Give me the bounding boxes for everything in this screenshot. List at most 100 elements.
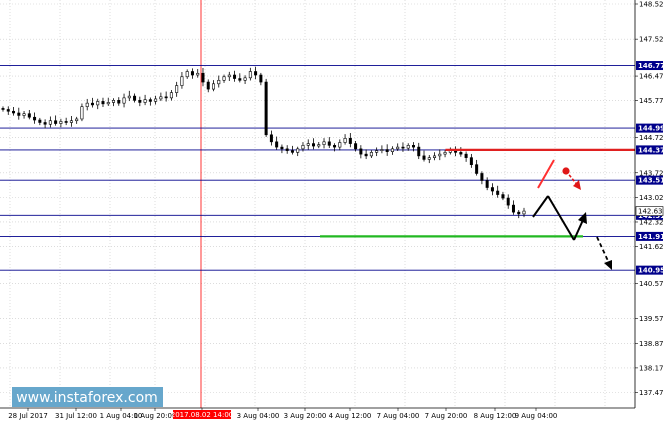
candle-body <box>143 99 147 103</box>
candle-body <box>175 85 179 93</box>
candle-body <box>311 143 315 147</box>
candle-body <box>269 134 273 143</box>
candle-body <box>354 143 358 150</box>
level-label: 144.99 <box>638 125 665 133</box>
candle-body <box>238 78 242 81</box>
y-tick-label: 144.72 <box>639 134 664 142</box>
candle-body <box>469 157 473 165</box>
candle-body <box>396 146 400 150</box>
candle-body <box>290 150 294 153</box>
candle-body <box>433 155 437 158</box>
x-tick-label: 3 Aug 20:00 <box>284 412 327 420</box>
candle-body <box>217 79 221 85</box>
candle-body <box>27 113 31 118</box>
candle-body <box>317 144 321 147</box>
watermark: [ www.instaforex.com ] <box>6 387 168 407</box>
candle-body <box>501 194 505 199</box>
y-tick-label: 147.52 <box>639 36 664 44</box>
candle-body <box>96 101 100 106</box>
candle-body <box>480 173 484 181</box>
candle-body <box>343 138 347 143</box>
candle-body <box>12 110 16 114</box>
candle-body <box>196 72 200 76</box>
candle-body <box>306 143 310 146</box>
cursor-label: 2017.08.02 14:00 <box>171 411 233 419</box>
candle-body <box>422 155 426 160</box>
candle-body <box>90 102 94 106</box>
candle-body <box>327 141 331 146</box>
y-tick-label: 141.62 <box>639 243 664 251</box>
x-tick-label: 4 Aug 12:00 <box>329 412 372 420</box>
candle-body <box>112 100 116 103</box>
candle-body <box>180 76 184 86</box>
candle-body <box>259 74 263 83</box>
candle-body <box>254 71 258 76</box>
candle-body <box>348 138 352 144</box>
candle-body <box>385 149 389 152</box>
candle-body <box>359 148 363 155</box>
candle-body <box>369 152 373 157</box>
candle-body <box>248 71 252 79</box>
candle-body <box>243 77 247 81</box>
candle-body <box>190 71 194 76</box>
y-tick-label: 143.02 <box>639 194 664 202</box>
candle-body <box>59 121 63 124</box>
candle-body <box>106 102 110 105</box>
candle-body <box>185 71 189 78</box>
candle-body <box>122 97 126 104</box>
current-price-label: 142.63 <box>638 208 663 216</box>
candle-body <box>338 142 342 148</box>
candle-body <box>506 197 510 206</box>
candle-body <box>427 157 431 160</box>
candle-body <box>75 118 79 122</box>
candle-body <box>280 146 284 150</box>
candle-body <box>380 149 384 151</box>
y-tick-label: 146.47 <box>639 73 664 81</box>
candle-body <box>490 187 494 192</box>
candle-body <box>206 81 210 90</box>
candle-body <box>411 145 415 148</box>
level-label: 146.77 <box>638 62 665 70</box>
level-label: 141.91 <box>638 233 665 241</box>
candle-body <box>517 211 521 215</box>
candle-body <box>17 112 21 116</box>
candle-body <box>364 153 368 157</box>
candle-body <box>69 120 73 123</box>
candle-body <box>48 120 52 125</box>
candle-body <box>85 102 89 107</box>
candle-body <box>33 116 37 121</box>
candle-body <box>464 153 468 158</box>
candle-body <box>148 99 152 102</box>
candle-body <box>80 106 84 120</box>
candle-body <box>475 164 479 174</box>
level-label: 140.95 <box>638 267 665 275</box>
candle-body <box>101 101 105 105</box>
candle-body <box>164 96 168 99</box>
candle-body <box>138 100 142 103</box>
candle-body <box>485 180 489 188</box>
y-tick-label: 140.57 <box>639 280 664 288</box>
candle-body <box>54 120 58 124</box>
level-label: 144.37 <box>638 146 665 154</box>
candle-body <box>401 146 405 149</box>
x-tick-label: 8 Aug 12:00 <box>474 412 517 420</box>
candle-body <box>264 81 268 136</box>
candle-body <box>438 153 442 157</box>
y-tick-label: 138.17 <box>639 364 664 372</box>
candle-body <box>169 92 173 99</box>
candle-body <box>390 148 394 152</box>
x-tick-label: 31 Jul 12:00 <box>55 412 97 420</box>
x-tick-label: 7 Aug 20:00 <box>425 412 468 420</box>
candle-body <box>285 148 289 151</box>
y-tick-label: 145.77 <box>639 97 664 105</box>
x-tick-label: 28 Jul 2017 <box>8 412 48 420</box>
candle-body <box>212 83 216 90</box>
candle-body <box>1 108 5 110</box>
candle-body <box>333 145 337 148</box>
level-label: 143.51 <box>638 177 665 185</box>
candle-body <box>133 95 137 101</box>
candle-body <box>38 119 42 123</box>
candle-body <box>296 148 300 153</box>
candle-body <box>522 210 526 215</box>
candle-body <box>375 150 379 153</box>
